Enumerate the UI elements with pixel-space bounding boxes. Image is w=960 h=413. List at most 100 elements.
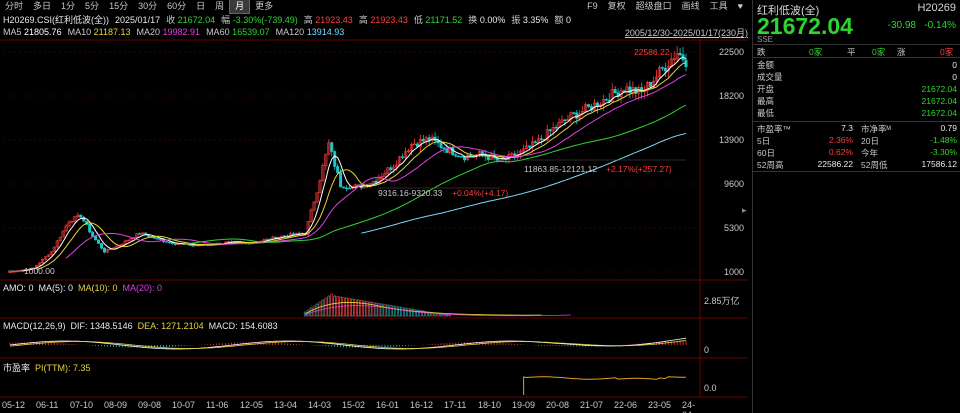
x-tick-label: 22-06 bbox=[614, 400, 638, 410]
volume-bar bbox=[327, 295, 331, 317]
price-annotation: 22586.22 bbox=[634, 47, 670, 57]
amo-scale: 2.85万亿 bbox=[704, 296, 740, 306]
x-tick-label: 19-09 bbox=[512, 400, 536, 410]
pe-legend: 市盈率 PI(TTM): 7.35 bbox=[3, 361, 91, 374]
y-tick-label: 5300 bbox=[724, 223, 744, 233]
candle-body bbox=[88, 224, 92, 233]
stat-row: 52周高 22586.22 52周低 17586.12 bbox=[757, 159, 957, 170]
stat-row: 5日 2.36% 20日 -1.48% bbox=[757, 135, 957, 146]
volume-bar bbox=[413, 309, 416, 317]
stat-value: 2.36% bbox=[828, 135, 853, 145]
detail-row: 成交量 0 bbox=[757, 71, 957, 82]
candle-body bbox=[486, 155, 490, 160]
price-annotation: 9316.16-9320.33 bbox=[378, 188, 443, 198]
amo-ma5: MA(5): 0 bbox=[38, 283, 74, 293]
divider bbox=[753, 44, 960, 45]
volume-bar bbox=[333, 295, 337, 317]
candle-body bbox=[457, 155, 461, 158]
candle-body bbox=[153, 236, 157, 239]
candle-body bbox=[469, 154, 473, 157]
x-tick-label: 14-03 bbox=[308, 400, 332, 410]
candle-body bbox=[563, 119, 567, 121]
amo-ma20: MA(20): 0 bbox=[122, 283, 163, 293]
candle-body bbox=[539, 138, 543, 140]
x-tick-label: 07-10 bbox=[70, 400, 94, 410]
candle-body bbox=[439, 142, 443, 148]
candle-body bbox=[291, 233, 295, 236]
candle-body bbox=[480, 151, 484, 155]
x-tick-label: 21-07 bbox=[580, 400, 604, 410]
candle-body bbox=[421, 139, 425, 142]
volume-bar bbox=[312, 305, 316, 317]
amo-ma-line bbox=[304, 302, 542, 316]
kline-chart[interactable]: 22500 18200 13900 9600 5300 1000 22586.22 1000.… bbox=[0, 0, 748, 413]
price-annotation: +2.17%(+257.27) bbox=[606, 164, 672, 174]
candle-body bbox=[442, 147, 446, 149]
stat-row: 市盈率™ 7.3 市净率ᴹ 0.79 bbox=[757, 123, 957, 134]
x-tick-label: 20-08 bbox=[546, 400, 570, 410]
candle-body bbox=[678, 53, 682, 55]
detail-value: 21672.04 bbox=[921, 95, 957, 106]
macd-dea: DEA: 1271.2104 bbox=[137, 321, 204, 331]
detail-value: 0 bbox=[952, 71, 957, 82]
x-tick-label: 05-12 bbox=[2, 400, 26, 410]
breadth-row: 跌 0家 0家 平 涨 0家 bbox=[757, 46, 957, 57]
candle-body bbox=[164, 241, 168, 243]
y-tick-label: 13900 bbox=[719, 135, 744, 145]
stat-label: 60日 bbox=[757, 148, 775, 158]
volume-bar bbox=[416, 309, 419, 317]
stat-value: 22586.22 bbox=[817, 159, 853, 169]
detail-label: 最低 bbox=[757, 107, 775, 118]
volume-bar bbox=[342, 297, 345, 317]
candle-body bbox=[347, 187, 351, 190]
stat-label: 今年 bbox=[861, 148, 879, 158]
candle-body bbox=[91, 231, 95, 237]
price-annotation: +0.04%(+4.17) bbox=[452, 188, 508, 198]
ma60-line bbox=[184, 104, 687, 245]
x-tick-label: 10-07 bbox=[172, 400, 196, 410]
collapse-handle-icon[interactable]: ▸ bbox=[742, 205, 747, 216]
candle-body bbox=[138, 233, 142, 235]
x-tick-label: 23-05 bbox=[648, 400, 672, 410]
x-tick-label: 09-08 bbox=[138, 400, 162, 410]
candle-body bbox=[548, 129, 552, 132]
amo-ma10: MA(10): 0 bbox=[78, 283, 118, 293]
price-annotation: 11863.85-12121.12 bbox=[524, 164, 597, 174]
volume-bar bbox=[315, 303, 319, 317]
volume-bar bbox=[354, 299, 357, 317]
stat-label: 市盈率™ bbox=[757, 124, 792, 134]
amo-ma-line bbox=[305, 305, 571, 317]
volume-bar bbox=[330, 293, 334, 317]
volume-bar bbox=[392, 305, 396, 317]
volume-bar bbox=[351, 298, 354, 317]
stat-label: 市净率ᴹ bbox=[861, 124, 891, 134]
candle-body bbox=[412, 143, 416, 146]
candle-body bbox=[528, 145, 532, 148]
stat-row: 60日 0.62% 今年 -3.30% bbox=[757, 147, 957, 158]
x-tick-label: 12-05 bbox=[240, 400, 264, 410]
candle-body bbox=[79, 214, 83, 218]
pe-line bbox=[523, 376, 686, 395]
y-tick-label: 22500 bbox=[719, 47, 744, 57]
stat-label: 52周低 bbox=[861, 160, 888, 170]
detail-label: 开盘 bbox=[757, 83, 775, 94]
volume-bar bbox=[407, 308, 410, 317]
stat-value: -3.30% bbox=[930, 147, 957, 157]
candle-body bbox=[191, 245, 195, 247]
volume-bar bbox=[448, 314, 452, 317]
detail-label: 金额 bbox=[757, 59, 775, 70]
x-tick-label: 15-02 bbox=[342, 400, 366, 410]
x-tick-label: 13-04 bbox=[274, 400, 298, 410]
volume-bar bbox=[401, 307, 404, 317]
volume-bar bbox=[404, 307, 407, 317]
volume-bar bbox=[386, 304, 390, 317]
macd-value: MACD: 154.6083 bbox=[208, 321, 278, 331]
detail-value: 21672.04 bbox=[921, 83, 957, 94]
divider bbox=[753, 121, 960, 122]
volume-bar bbox=[377, 303, 381, 317]
quote-side-panel: 红利低波(全) H20269 21672.04 -30.98 -0.14% SS… bbox=[752, 0, 960, 413]
candle-body bbox=[173, 243, 177, 245]
detail-row: 最高 21672.04 bbox=[757, 95, 957, 106]
candle-body bbox=[660, 67, 664, 69]
side-change-pct: -0.14% bbox=[924, 20, 956, 31]
